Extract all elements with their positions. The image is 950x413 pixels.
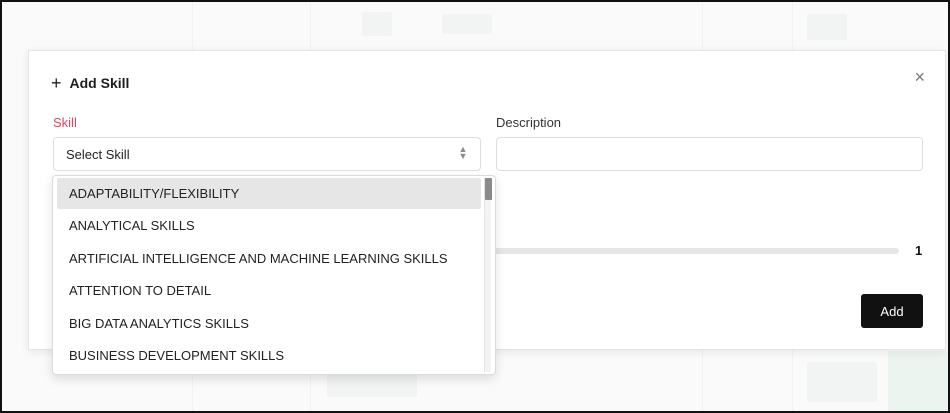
skill-option[interactable]: ATTENTION TO DETAIL [57,276,481,307]
scrollbar-thumb[interactable] [485,178,492,200]
skill-select[interactable]: Select Skill ▲ ▼ [53,137,481,171]
skill-select-value: Select Skill [66,147,130,162]
skill-option[interactable]: ADAPTABILITY/FLEXIBILITY [57,178,481,209]
slider-value: 1 [915,243,923,258]
description-label: Description [496,115,562,130]
skill-option[interactable]: ANALYTICAL SKILLS [57,211,481,242]
skill-option[interactable]: ARTIFICIAL INTELLIGENCE AND MACHINE LEAR… [57,243,481,274]
skill-option[interactable]: BIG DATA ANALYTICS SKILLS [57,308,481,339]
dialog-title-text: Add Skill [69,75,130,91]
skill-label: Skill [53,115,77,130]
skill-options-list: ADAPTABILITY/FLEXIBILITY ANALYTICAL SKILL… [53,178,495,371]
skill-dropdown: ADAPTABILITY/FLEXIBILITY ANALYTICAL SKILL… [52,175,496,375]
close-icon[interactable]: × [914,68,925,86]
dropdown-scrollbar[interactable] [484,178,492,372]
dialog-title: + Add Skill [51,74,129,92]
skill-option[interactable]: BUSINESS DEVELOPMENT SKILLS [57,341,481,372]
description-input[interactable] [496,137,923,171]
add-button[interactable]: Add [861,294,923,328]
chevron-up-down-icon: ▲ ▼ [458,144,468,161]
level-slider[interactable] [489,248,899,254]
app-window: + Add Skill × Skill Select Skill ▲ ▼ Desc… [0,0,950,413]
plus-icon: + [51,73,62,93]
